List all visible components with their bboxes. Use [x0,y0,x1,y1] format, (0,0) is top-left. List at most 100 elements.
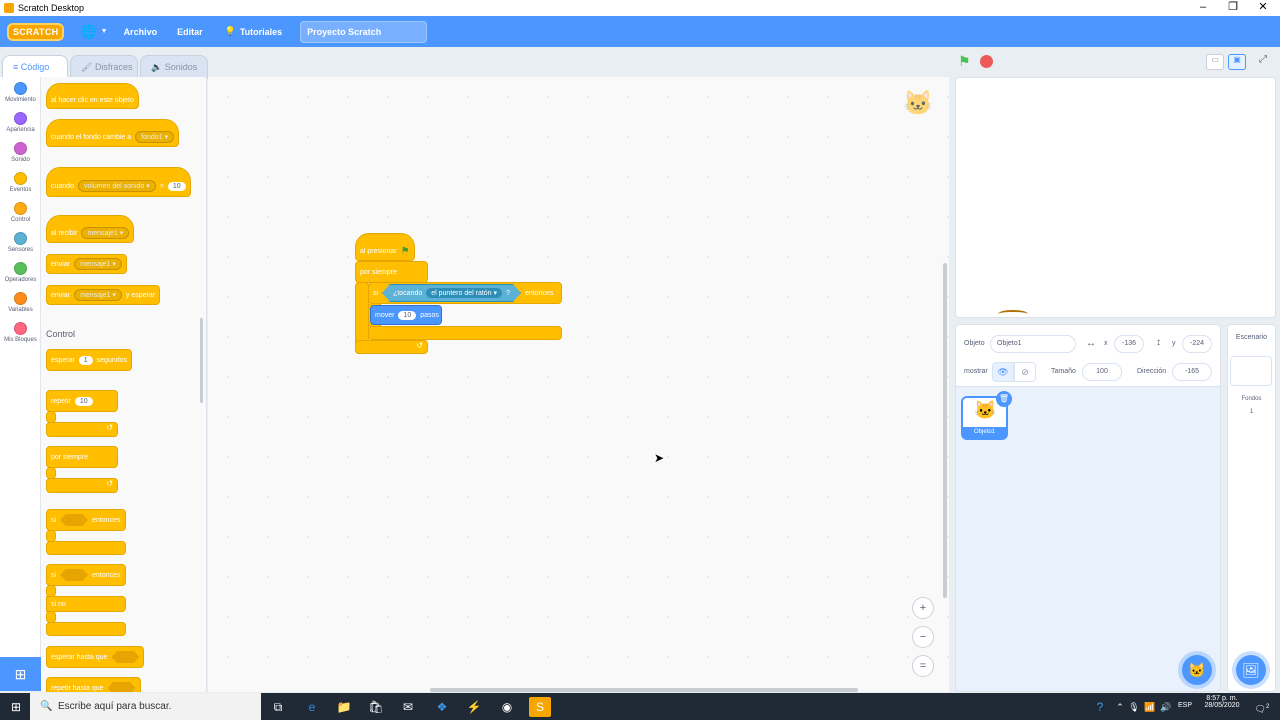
show-visible-icon[interactable]: 👁 [992,362,1014,382]
zoom-reset-icon[interactable]: = [912,655,934,677]
message-dropdown[interactable]: mensaje1 ▾ [74,258,122,270]
menu-archivo[interactable]: Archivo [124,27,158,37]
large-stage-icon[interactable]: ▣ [1228,54,1246,70]
tab-sounds[interactable]: 🔈 Sonidos [140,55,208,79]
block-repeat[interactable]: repetir 10 [46,390,118,412]
block-if-else[interactable]: si entonces [46,564,126,586]
minimize-icon[interactable]: – [1188,0,1218,16]
delete-sprite-icon[interactable]: 🗑 [996,391,1012,407]
help-icon[interactable]: ? [1090,697,1110,717]
y-input[interactable]: -224 [1182,335,1212,353]
category-eventos[interactable]: Eventos [0,172,41,193]
zoom-out-icon[interactable]: − [912,626,934,648]
sprite-name-input[interactable]: Objeto1 [990,335,1076,353]
boolean-slot[interactable] [107,682,136,692]
project-name-input[interactable]: Proyecto Scratch [300,20,428,43]
block-broadcast-and-wait[interactable]: enviar mensaje1 ▾ y esperar [46,285,161,305]
category-sonido[interactable]: Sonido [0,142,41,163]
value-input[interactable]: 10 [74,396,93,406]
vscode-icon[interactable]: ⚡ [464,697,484,717]
volume-icon[interactable]: 🔊 [1156,697,1176,717]
category-mis-bloques[interactable]: Mis Bloques [0,322,41,343]
backdrop-dropdown[interactable]: fondo1 ▾ [135,131,175,143]
block-when-i-receive[interactable]: al recibir mensaje1 ▾ [46,215,135,243]
block-if[interactable]: si entonces [46,509,126,531]
dropbox-icon[interactable]: ❖ [432,697,452,717]
block-when-greater-than[interactable]: cuando volumen del sonido ▾ >10 [46,167,191,197]
boolean-slot[interactable] [60,569,89,581]
x-input[interactable]: -136 [1114,335,1144,353]
store-icon[interactable]: 🛍 [366,697,386,717]
notifications-icon[interactable]: 🗨2 [1252,697,1272,717]
zoom-in-icon[interactable]: + [912,597,934,619]
message-dropdown[interactable]: mensaje1 ▾ [81,227,130,239]
clock[interactable]: 8:57 p. m. 28/05/2020 [1200,695,1244,709]
touching-dropdown[interactable]: el puntero del ratón ▾ [426,288,502,298]
value-input[interactable]: 10 [167,181,186,191]
stop-icon[interactable] [980,55,993,68]
category-apariencia[interactable]: Apariencia [0,112,41,133]
sensor-dropdown[interactable]: volumen del sonido ▾ [77,180,156,192]
sprite-on-stage[interactable] [998,310,1028,318]
language-indicator[interactable]: ESP [1178,702,1192,709]
script-forever[interactable]: por siempre [355,261,428,283]
small-stage-icon[interactable]: ▭ [1206,54,1224,70]
scratch-taskbar-icon[interactable]: S [529,697,551,717]
fullscreen-icon[interactable]: ⤢ [1254,54,1272,70]
block-text: si [373,289,379,297]
block-when-backdrop-switches[interactable]: cuando el fondo cambie a fondo1 ▾ [46,119,180,147]
menu-editar[interactable]: Editar [177,27,203,37]
block-forever[interactable]: por siempre [46,446,118,468]
stage-canvas[interactable] [955,77,1276,318]
maximize-icon[interactable]: ❐ [1218,0,1248,16]
close-icon[interactable]: ✕ [1248,0,1278,16]
script-if[interactable]: si ¿tocando el puntero del ratón ▾? enton… [368,282,562,304]
script-move[interactable]: mover 10 pasos [370,305,442,325]
edge-icon[interactable]: e [302,697,322,717]
block-when-sprite-clicked[interactable]: al hacer clic en este objeto [46,83,139,109]
palette-scrollbar[interactable] [200,318,203,403]
message-dropdown[interactable]: mensaje1 ▾ [74,289,122,301]
category-control[interactable]: Control [0,202,41,223]
green-flag-icon[interactable]: ⚑ [958,53,971,70]
block-broadcast[interactable]: enviar mensaje1 ▾ [46,254,127,274]
stage-controls: ⚑ ▭ ▣ ⤢ [956,51,1276,75]
workspace-scrollbar-vertical[interactable] [943,263,947,598]
script-touching[interactable]: ¿tocando el puntero del ratón ▾? [382,284,521,302]
github-icon[interactable]: ◉ [497,697,517,717]
workspace-scrollbar-horizontal[interactable] [430,688,858,692]
stage-target-pane[interactable]: Escenario Fondos 1 🖼 [1227,324,1276,692]
task-view-icon[interactable]: ⧉ [268,697,288,717]
block-repeat-until[interactable]: repetir hasta que [46,677,141,692]
add-sprite-button[interactable]: 🐱 [1182,655,1212,685]
boolean-slot[interactable] [60,514,89,526]
windows-start-icon[interactable]: ⊞ [6,697,26,717]
size-input[interactable]: 100 [1082,363,1122,381]
show-hidden-icon[interactable]: ⊘ [1014,362,1036,382]
category-sensores[interactable]: Sensores [0,232,41,253]
file-explorer-icon[interactable]: 📁 [334,697,354,717]
category-operadores[interactable]: Operadores [0,262,41,283]
script-workspace[interactable]: 🐱 al presionar ⚑ por siempre si ¿tocando e… [208,77,949,692]
block-wait-until[interactable]: esperar hasta que [46,646,145,668]
backdrop-thumbnail[interactable] [1230,356,1272,386]
mail-icon[interactable]: ✉ [398,697,418,717]
menu-tutoriales[interactable]: 💡 Tutoriales [225,26,283,37]
tab-costumes[interactable]: 🖌 Disfraces [70,55,138,79]
category-label: Sensores [7,247,34,253]
value-input[interactable]: 1 [78,355,93,365]
direction-input[interactable]: -165 [1172,363,1212,381]
language-menu[interactable]: 🌐 ▼ [80,24,107,40]
block-wait[interactable]: esperar 1 segundos [46,349,132,371]
add-extension-button[interactable]: ⊞ [0,657,41,691]
category-movimiento[interactable]: Movimiento [0,82,41,103]
scratch-logo[interactable]: SCRATCH [7,22,65,41]
add-backdrop-button[interactable]: 🖼 [1236,655,1266,685]
taskbar-search-box[interactable]: 🔍 Escribe aquí para buscar. [30,693,261,720]
value-input[interactable]: 10 [398,310,417,320]
script-when-flag-clicked[interactable]: al presionar ⚑ [355,233,415,261]
c-block-foot [46,622,126,636]
category-variables[interactable]: Variables [0,292,41,313]
boolean-slot[interactable] [111,651,140,663]
tab-code[interactable]: ≡ Código [2,55,68,79]
